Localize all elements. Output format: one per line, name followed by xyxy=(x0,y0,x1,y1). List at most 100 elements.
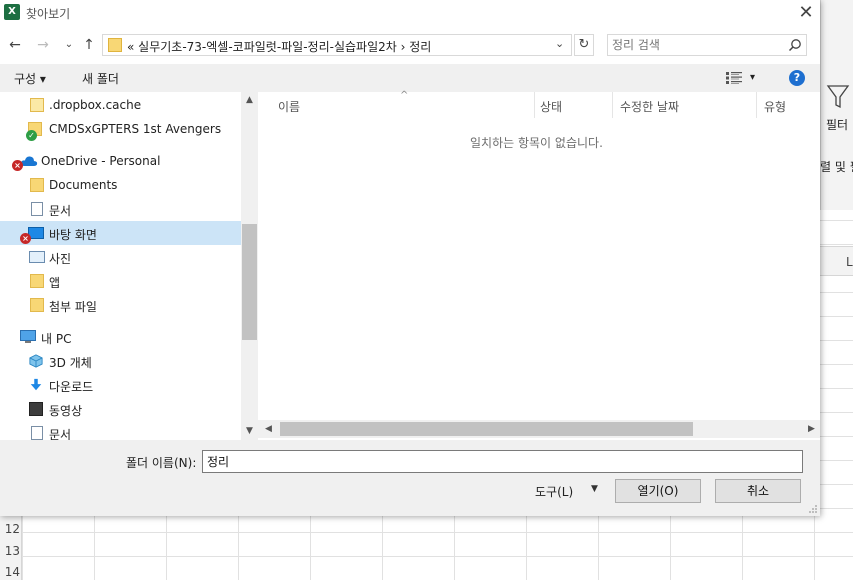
tree-item-label: 문서 xyxy=(49,204,72,218)
tree-item-label: Documents xyxy=(49,178,118,192)
document-icon xyxy=(31,202,43,216)
scroll-right-icon[interactable]: ▶ xyxy=(803,420,820,438)
search-input[interactable] xyxy=(612,37,782,53)
scroll-up-icon[interactable]: ▲ xyxy=(241,92,258,109)
new-folder-button[interactable]: 새 폴더 xyxy=(82,70,119,87)
row-number: 12 xyxy=(4,522,20,536)
tree-item-desktop[interactable]: × 바탕 화면 xyxy=(0,221,241,245)
browse-dialog: X 찾아보기 ✕ ← → ⌄ ↑ « 실무기초-73-엑셀-코파일럿-파일-정리… xyxy=(0,0,820,516)
dialog-title: 찾아보기 xyxy=(26,7,71,21)
forward-button[interactable]: → xyxy=(34,36,52,54)
folder-name-input[interactable] xyxy=(202,450,803,473)
refresh-button[interactable]: ↻ xyxy=(574,34,594,56)
resize-grip-icon[interactable] xyxy=(808,504,818,514)
navigation-pane: .dropbox.cache ✓ CMDSxGPTERS 1st Avenger… xyxy=(0,92,258,440)
tree-item-attachments[interactable]: 첨부 파일 xyxy=(0,293,241,317)
tree-item-label: 첨부 파일 xyxy=(49,300,97,314)
tree-item-this-pc[interactable]: 내 PC xyxy=(0,325,241,349)
navigation-pane-scrollbar[interactable]: ▲ ▼ xyxy=(241,92,258,440)
column-header-modified[interactable]: 수정한 날짜 xyxy=(620,98,679,115)
column-letter: L xyxy=(846,255,853,269)
close-button[interactable]: ✕ xyxy=(795,2,817,24)
tree-item-label: .dropbox.cache xyxy=(49,98,142,112)
tree-item-videos[interactable]: 동영상 xyxy=(0,397,241,421)
address-path[interactable]: « 실무기초-73-엑셀-코파일럿-파일-정리-실습파일2차 › 정리 xyxy=(127,38,431,55)
tree-item-label: CMDSxGPTERS 1st Avengers xyxy=(49,122,222,136)
excel-app-icon: X xyxy=(4,4,20,20)
tree-item-documents[interactable]: Documents xyxy=(0,173,241,197)
tree-item-pictures[interactable]: 사진 xyxy=(0,245,241,269)
tree-item-cmds[interactable]: ✓ CMDSxGPTERS 1st Avengers xyxy=(0,117,241,141)
tree-item-label: OneDrive - Personal xyxy=(41,154,161,168)
video-icon xyxy=(29,402,43,416)
scroll-down-icon[interactable]: ▼ xyxy=(241,423,258,440)
download-icon xyxy=(30,378,42,391)
help-icon[interactable]: ? xyxy=(789,70,805,86)
tree-item-docs-kr[interactable]: 문서 xyxy=(0,197,241,221)
command-bar: 구성 ▾ 새 폴더 ▾ ? xyxy=(0,64,820,92)
column-divider[interactable] xyxy=(756,92,757,118)
folder-name-label: 폴더 이름(N): xyxy=(126,456,197,470)
column-divider[interactable] xyxy=(534,92,535,118)
folder-icon xyxy=(108,38,122,52)
tree-item-downloads[interactable]: 다운로드 xyxy=(0,373,241,397)
tree-item-label: 바탕 화면 xyxy=(49,228,97,242)
navigation-bar: ← → ⌄ ↑ « 실무기초-73-엑셀-코파일럿-파일-정리-실습파일2차 ›… xyxy=(0,28,820,64)
column-header-name[interactable]: 이름 xyxy=(278,98,300,115)
sync-error-icon: × xyxy=(20,233,31,244)
folder-icon xyxy=(30,98,44,112)
address-bar[interactable]: « 실무기초-73-엑셀-코파일럿-파일-정리-실습파일2차 › 정리 ⌄ xyxy=(102,34,572,56)
tree-item-3d-objects[interactable]: 3D 개체 xyxy=(0,349,241,373)
scroll-left-icon[interactable]: ◀ xyxy=(260,420,277,438)
scrollbar-thumb[interactable] xyxy=(280,422,693,436)
3d-objects-icon xyxy=(29,354,43,368)
tree-item-label: 사진 xyxy=(49,252,72,266)
title-bar: X 찾아보기 ✕ xyxy=(0,0,820,28)
tools-button[interactable]: 도구(L) xyxy=(535,483,573,500)
back-button[interactable]: ← xyxy=(6,36,24,54)
sort-ascending-icon: ^ xyxy=(400,90,409,101)
folder-icon xyxy=(30,298,44,312)
column-divider[interactable] xyxy=(612,92,613,118)
search-icon[interactable] xyxy=(788,38,802,52)
tree-item-label: 문서 xyxy=(49,428,72,440)
file-list-pane[interactable]: 이름 ^ 상태 수정한 날짜 유형 일치하는 항목이 없습니다. ◀ ▶ xyxy=(258,90,820,440)
sync-ok-icon: ✓ xyxy=(26,130,37,141)
search-box[interactable] xyxy=(607,34,807,56)
tree-item-label: 다운로드 xyxy=(49,380,94,394)
view-dropdown-icon[interactable]: ▾ xyxy=(750,72,755,83)
pc-icon xyxy=(20,330,36,343)
organize-button[interactable]: 구성 ▾ xyxy=(14,70,46,87)
browser-panes: .dropbox.cache ✓ CMDSxGPTERS 1st Avenger… xyxy=(0,90,820,440)
cancel-button[interactable]: 취소 xyxy=(715,479,801,503)
filter-icon[interactable] xyxy=(826,84,850,110)
dialog-footer: 폴더 이름(N): 도구(L) ▼ 열기(O) 취소 xyxy=(0,440,820,516)
column-header-status[interactable]: 상태 xyxy=(540,98,562,115)
tools-dropdown-icon[interactable]: ▼ xyxy=(591,484,598,494)
tree-item-label: 내 PC xyxy=(41,332,72,346)
row-number: 14 xyxy=(4,565,20,579)
sort-filter-label: 렬 및 필 xyxy=(820,160,853,174)
document-icon xyxy=(31,426,43,440)
file-list-scrollbar[interactable]: ◀ ▶ xyxy=(258,420,820,438)
filter-label: 필터 xyxy=(826,118,849,132)
folder-icon xyxy=(30,178,44,192)
up-button[interactable]: ↑ xyxy=(80,36,98,54)
tree-item-label: 앱 xyxy=(49,276,61,290)
row-headers: 12 13 14 xyxy=(0,516,22,580)
open-button[interactable]: 열기(O) xyxy=(615,479,701,503)
tree-item-dropbox-cache[interactable]: .dropbox.cache xyxy=(0,93,241,117)
pictures-icon xyxy=(29,251,45,263)
row-number: 13 xyxy=(4,544,20,558)
recent-locations-button[interactable]: ⌄ xyxy=(60,36,78,54)
scrollbar-thumb[interactable] xyxy=(242,224,257,340)
tree-item-docs-pc[interactable]: 문서 xyxy=(0,421,241,440)
address-dropdown-icon[interactable]: ⌄ xyxy=(555,37,564,50)
sync-error-icon: × xyxy=(12,160,23,171)
tree-item-onedrive[interactable]: × OneDrive - Personal xyxy=(0,149,241,173)
tree-item-apps[interactable]: 앱 xyxy=(0,269,241,293)
column-header-type[interactable]: 유형 xyxy=(764,98,786,115)
view-options-icon[interactable] xyxy=(726,72,742,84)
folder-icon xyxy=(30,274,44,288)
tree-item-label: 3D 개체 xyxy=(49,356,92,370)
